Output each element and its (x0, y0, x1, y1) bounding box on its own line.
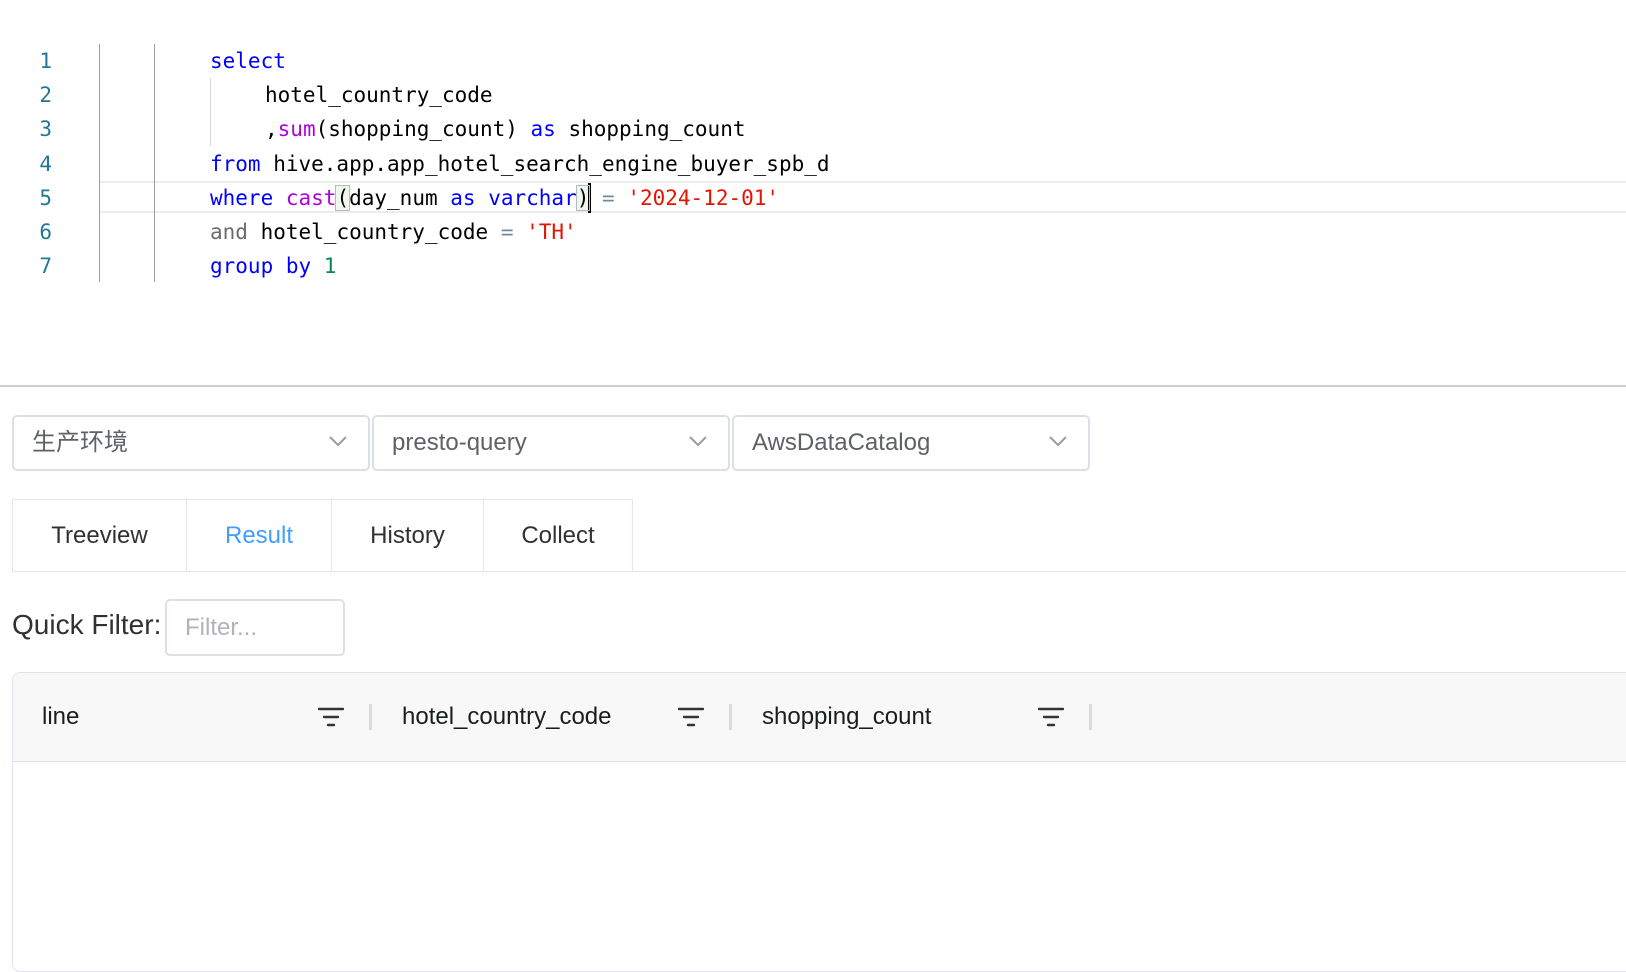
keyword: and (210, 220, 248, 244)
engine-select[interactable]: presto-query (372, 415, 730, 471)
sql-editor[interactable]: 1 select 2 hotel_country_code 3 ,sum(sho… (0, 0, 1626, 384)
line-number: 5 (39, 186, 52, 210)
operator: = (589, 186, 628, 210)
column-header-hotel-country-code[interactable]: hotel_country_code (373, 673, 733, 761)
function-name: sum (277, 117, 316, 141)
keyword: as (450, 186, 476, 210)
environment-select-value: 生产环境 (32, 429, 128, 456)
filter-icon[interactable] (678, 706, 704, 728)
tab-result[interactable]: Result (186, 499, 332, 571)
string-literal: 'TH' (513, 220, 577, 244)
grid-body (13, 762, 1626, 971)
code-line[interactable]: 1 select (0, 44, 1626, 78)
column-resize-handle[interactable] (369, 704, 372, 730)
line-number: 4 (39, 152, 52, 176)
operator: = (500, 220, 514, 244)
line-number: 6 (39, 220, 52, 244)
column-header-shopping-count[interactable]: shopping_count (733, 673, 1093, 761)
code-line[interactable]: 3 ,sum(shopping_count) as shopping_count (0, 112, 1626, 146)
quick-filter-input[interactable] (165, 599, 345, 656)
results-grid: line hotel_country_code shopping_count (12, 672, 1626, 972)
tab-collect[interactable]: Collect (483, 499, 633, 571)
string-literal: '2024-12-01' (627, 186, 780, 210)
identifier: day_num (349, 186, 451, 210)
column-resize-handle[interactable] (729, 704, 732, 730)
catalog-select-value: AwsDataCatalog (752, 429, 931, 456)
code-text[interactable]: hotel_country_code (265, 78, 493, 112)
identifier: hotel_country_code (247, 220, 501, 244)
code-text[interactable]: and hotel_country_code = 'TH' (210, 215, 577, 249)
line-number: 7 (39, 254, 52, 278)
keyword: select (210, 49, 286, 73)
punctuation: , (265, 117, 278, 141)
engine-select-value: presto-query (392, 429, 527, 456)
identifier: (shopping_count) (315, 117, 531, 141)
column-header-line[interactable]: line (13, 673, 373, 761)
keyword: as (530, 117, 556, 141)
keyword: from (210, 152, 261, 176)
grid-header: line hotel_country_code shopping_count (13, 673, 1626, 762)
pane-splitter[interactable] (0, 385, 1626, 387)
filter-icon[interactable] (318, 706, 344, 728)
identifier: shopping_count (555, 117, 746, 141)
column-header-label: hotel_country_code (402, 703, 612, 730)
code-text[interactable]: select (210, 44, 286, 78)
keyword: group by (210, 254, 312, 278)
chevron-down-icon (329, 436, 347, 447)
column-resize-handle[interactable] (1089, 704, 1092, 730)
identifier: hotel_country_code (265, 83, 493, 107)
filter-icon[interactable] (1038, 706, 1064, 728)
column-header-label: shopping_count (762, 703, 932, 730)
keyword: where (210, 186, 274, 210)
tab-history[interactable]: History (331, 499, 484, 571)
environment-select[interactable]: 生产环境 (12, 415, 370, 471)
tab-treeview[interactable]: Treeview (12, 499, 187, 571)
chevron-down-icon (689, 436, 707, 447)
identifier: hive.app.app_hotel_search_engine_buyer_s… (260, 152, 830, 176)
code-line[interactable]: 5 where cast(day_num as varchar) = '2024… (0, 181, 1626, 215)
code-line[interactable]: 4 from hive.app.app_hotel_search_engine_… (0, 147, 1626, 181)
line-number: 3 (39, 117, 52, 141)
chevron-down-icon (1049, 436, 1067, 447)
number-literal: 1 (311, 254, 337, 278)
quick-filter-label: Quick Filter: (12, 609, 162, 640)
code-line[interactable]: 6 and hotel_country_code = 'TH' (0, 215, 1626, 249)
code-text[interactable]: from hive.app.app_hotel_search_engine_bu… (210, 147, 830, 181)
code-line[interactable]: 7 group by 1 (0, 249, 1626, 283)
code-line[interactable]: 2 hotel_country_code (0, 78, 1626, 112)
catalog-select[interactable]: AwsDataCatalog (732, 415, 1090, 471)
line-number: 2 (39, 83, 52, 107)
keyword: varchar (475, 186, 577, 210)
code-text[interactable]: group by 1 (210, 249, 336, 283)
column-header-label: line (42, 703, 80, 730)
code-text[interactable]: where cast(day_num as varchar) = '2024-1… (210, 181, 779, 215)
function-name: cast (285, 186, 337, 210)
code-text[interactable]: ,sum(shopping_count) as shopping_count (265, 112, 745, 146)
line-number: 1 (39, 49, 52, 73)
tab-bar: Treeview Result History Collect (12, 499, 1626, 572)
bracket-match: ( (335, 185, 351, 211)
